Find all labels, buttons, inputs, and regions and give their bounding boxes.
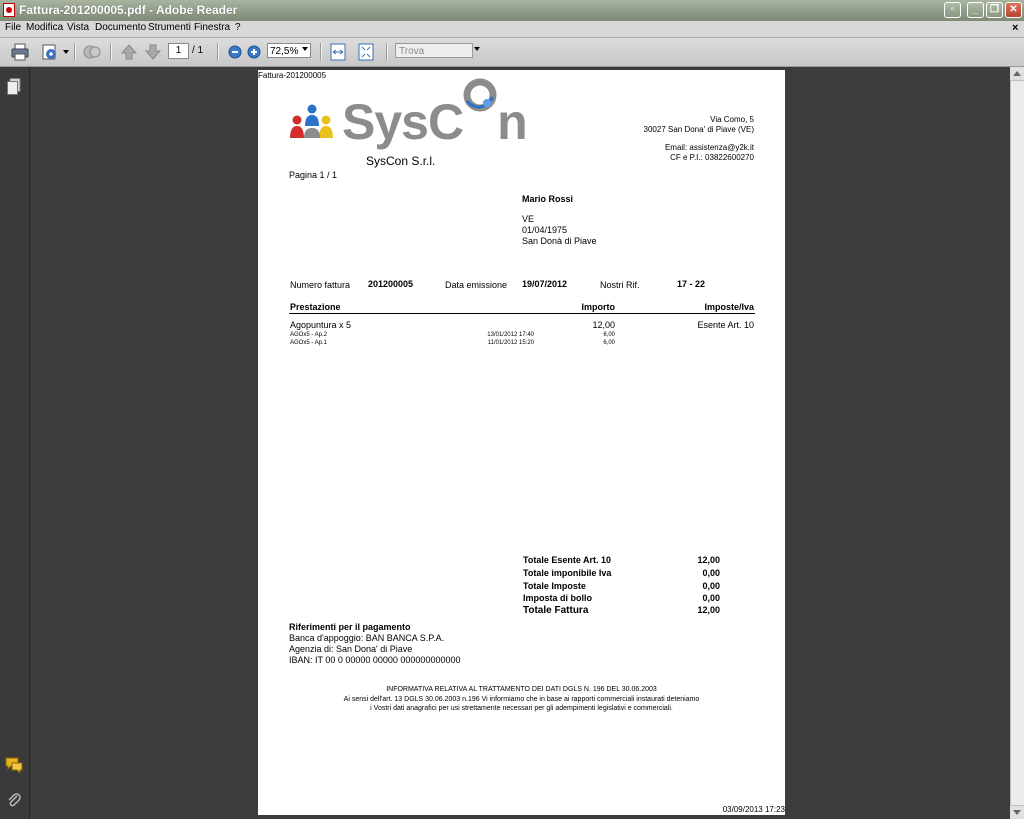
attachments-paperclip-icon[interactable]: [7, 791, 21, 809]
invoice-date: 19/07/2012: [522, 279, 568, 289]
menu-strumenti[interactable]: Strumenti: [148, 22, 191, 33]
invoice-ref: 17 - 22: [677, 279, 706, 289]
menu-help[interactable]: ?: [235, 22, 241, 33]
zoom-in-icon[interactable]: [244, 42, 264, 62]
document-filename: Fattura-201200005: [258, 71, 327, 80]
toolbar: 1 / 1 72,5% Trova: [0, 38, 1024, 67]
total-invoice-value: 12,00: [697, 605, 720, 615]
menu-documento[interactable]: Documento: [95, 22, 146, 33]
navigation-pane: [0, 67, 30, 819]
menu-bar: File Modifica Vista Documento Strumenti …: [0, 21, 1024, 38]
zoom-out-icon[interactable]: [225, 42, 245, 62]
comments-panel-icon[interactable]: [5, 757, 23, 773]
column-header-amount: Importo: [581, 302, 616, 312]
footer-timestamp: 03/09/2013 17:23: [722, 805, 785, 814]
pages-panel-icon[interactable]: [7, 78, 21, 96]
invoice-number: 201200005: [368, 279, 414, 289]
sub-item-datetime: 13/01/2012 17:40: [487, 332, 534, 338]
total-label: Imposta di bollo: [523, 593, 592, 603]
sub-item-name: AGOx5 - Ap.1: [290, 340, 328, 346]
company-address-line1: Via Como, 5: [710, 115, 754, 124]
menu-vista[interactable]: Vista: [67, 22, 89, 33]
vertical-scrollbar[interactable]: [1010, 67, 1024, 819]
previous-page-icon[interactable]: [119, 42, 139, 62]
toolbar-separator: [217, 43, 219, 61]
total-value: 0,00: [702, 568, 720, 578]
logo-text-part-a: SysC: [342, 94, 464, 150]
total-label: Totale Esente Art. 10: [523, 555, 612, 565]
total-label: Totale Imposte: [523, 581, 586, 591]
collaborate-icon[interactable]: [82, 42, 102, 62]
scroll-up-button[interactable]: [1010, 67, 1024, 81]
table-header-divider: [289, 313, 755, 314]
total-value: 0,00: [702, 593, 720, 603]
minimize-button[interactable]: _: [967, 2, 984, 18]
company-address-line2: 30027 San Dona' di Piave (VE): [643, 125, 754, 134]
chevron-down-icon[interactable]: [474, 47, 480, 51]
invoice-ref-label: Nostri Rif.: [600, 280, 640, 290]
sub-item-amount: 6,00: [603, 332, 615, 338]
title-bar[interactable]: Fattura-201200005.pdf - Adobe Reader ▫ _…: [0, 0, 1024, 22]
line-item-amount: 12,00: [592, 320, 615, 330]
company-name: SysCon S.r.l.: [366, 154, 436, 168]
toolbar-separator: [110, 43, 112, 61]
maximize-button[interactable]: ❐: [986, 2, 1003, 18]
help-window-button[interactable]: ▫: [944, 2, 961, 18]
page-label: Pagina 1 / 1: [289, 170, 338, 180]
line-item-name: Agopuntura x 5: [290, 320, 352, 330]
chevron-down-icon[interactable]: [302, 47, 308, 51]
chevron-down-icon[interactable]: [63, 50, 69, 54]
syscon-logo-text: SysC n: [342, 78, 528, 152]
payment-title: Riferimenti per il pagamento: [289, 622, 411, 632]
close-button[interactable]: ✕: [1005, 2, 1022, 18]
page-number-input[interactable]: 1: [168, 43, 189, 59]
payment-branch: Agenzia di: San Dona' di Piave: [289, 644, 413, 654]
find-input[interactable]: Trova: [395, 43, 473, 58]
customer-city: San Donà di Piave: [522, 236, 597, 246]
total-value: 0,00: [702, 581, 720, 591]
invoice-date-label: Data emissione: [445, 280, 508, 290]
sub-item-name: AGOx5 - Ap.2: [290, 332, 328, 338]
payment-iban: IBAN: IT 00 0 00000 00000 000000000000: [289, 655, 461, 665]
page-total: / 1: [192, 45, 204, 56]
fit-width-icon[interactable]: [328, 42, 348, 62]
toolbar-separator: [320, 43, 322, 61]
privacy-line1: Ai sensi dell'art. 13 DGLS 30.06.2003 n.…: [343, 696, 700, 703]
toolbar-separator: [74, 43, 76, 61]
line-item-tax: Esente Art. 10: [697, 320, 754, 330]
company-email: Email: assistenza@y2k.it: [664, 143, 754, 152]
adobe-reader-icon: [3, 3, 15, 17]
menu-file[interactable]: File: [5, 22, 21, 33]
scroll-down-button[interactable]: [1010, 805, 1024, 819]
syscon-logo-people-icon: [290, 104, 333, 138]
privacy-line2: i Vostri dati anagrafici per usi stretta…: [370, 705, 673, 712]
total-label: Totale imponibile Iva: [523, 568, 612, 578]
next-page-icon[interactable]: [143, 42, 163, 62]
pdf-page: Fattura-201200005 SysC n SysCon S.r.l. Vi…: [258, 70, 785, 815]
column-header-tax: Imposte/Iva: [704, 302, 754, 312]
company-vat: CF e P.I.: 03822600270: [670, 153, 754, 162]
create-pdf-icon[interactable]: [40, 42, 60, 62]
window-title: Fattura-201200005.pdf - Adobe Reader: [19, 3, 238, 17]
total-invoice-label: Totale Fattura: [523, 605, 589, 616]
menu-finestra[interactable]: Finestra: [194, 22, 230, 33]
sub-item-amount: 6,00: [603, 340, 615, 346]
privacy-title: INFORMATIVA RELATIVA AL TRATTAMENTO DEI …: [386, 686, 657, 693]
logo-text-part-b: n: [497, 94, 528, 150]
full-screen-icon[interactable]: [356, 42, 376, 62]
close-document-icon[interactable]: ×: [1012, 22, 1018, 34]
total-value: 12,00: [697, 555, 720, 565]
invoice-number-label: Numero fattura: [290, 280, 351, 290]
customer-birthdate: 01/04/1975: [522, 225, 568, 235]
logo-globe-icon: [463, 78, 497, 139]
sub-item-datetime: 11/01/2012 15:20: [487, 340, 534, 346]
toolbar-separator: [386, 43, 388, 61]
customer-name: Mario Rossi: [522, 194, 574, 204]
customer-province: VE: [522, 214, 535, 224]
column-header-service: Prestazione: [290, 302, 341, 312]
payment-bank: Banca d'appoggio: BAN BANCA S.P.A.: [289, 633, 445, 643]
print-icon[interactable]: [10, 42, 30, 62]
menu-modifica[interactable]: Modifica: [26, 22, 63, 33]
